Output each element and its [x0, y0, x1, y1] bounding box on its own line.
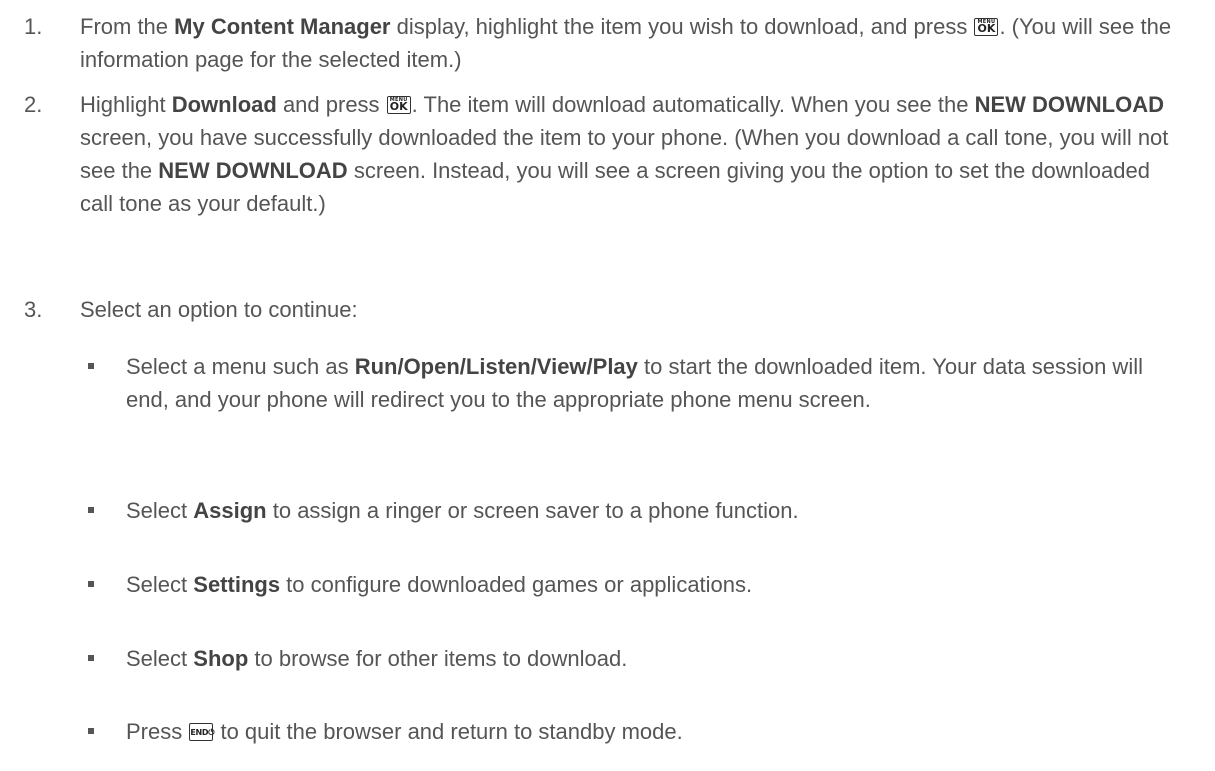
option-name: Shop — [193, 646, 249, 671]
screen-name: NEW DOWNLOAD — [158, 158, 348, 183]
option-name: Run/Open/Listen/View/Play — [354, 354, 638, 379]
option-name: Download — [171, 92, 277, 117]
bullet-text: Select Assign to assign a ringer or scre… — [126, 498, 799, 523]
step-number: 3. — [24, 297, 43, 322]
bullet-square-icon — [88, 655, 94, 661]
bullet-square-icon — [88, 728, 94, 734]
step-3: 3. Select an option to continue: — [24, 293, 1184, 326]
option-bullet: Select Settings to configure downloaded … — [80, 568, 1190, 601]
bullet-square-icon — [88, 581, 94, 587]
bullet-square-icon — [88, 363, 94, 369]
instruction-page: 1. From the My Content Manager display, … — [0, 0, 1215, 771]
option-name: Assign — [193, 498, 267, 523]
step-2: 2. Highlight Download and press MENU OK. … — [24, 88, 1184, 220]
bullet-text: Press END⏻ to quit the browser and retur… — [126, 719, 683, 744]
step-number: 2. — [24, 92, 43, 117]
step-1: 1. From the My Content Manager display, … — [24, 10, 1184, 76]
option-bullet: Press END⏻ to quit the browser and retur… — [80, 715, 1190, 748]
option-bullet: Select Shop to browse for other items to… — [80, 642, 1190, 675]
bullet-text: Select Settings to configure downloaded … — [126, 572, 753, 597]
menu-name: My Content Manager — [174, 14, 391, 39]
step-text: Select an option to continue: — [80, 297, 358, 322]
screen-name: NEW DOWNLOAD — [974, 92, 1165, 117]
option-bullet: Select Assign to assign a ringer or scre… — [80, 494, 1190, 527]
step-text: Highlight Download and press MENU OK. The… — [80, 92, 1169, 216]
step-text: From the My Content Manager display, hig… — [80, 14, 1172, 72]
bullet-text: Select a menu such as Run/Open/Listen/Vi… — [126, 354, 1143, 412]
menu-ok-key-icon: MENU OK — [974, 18, 999, 36]
step-number: 1. — [24, 14, 43, 39]
end-power-key-icon: END⏻ — [189, 723, 215, 741]
option-name: Settings — [193, 572, 281, 597]
bullet-text: Select Shop to browse for other items to… — [126, 646, 628, 671]
option-bullet: Select a menu such as Run/Open/Listen/Vi… — [80, 350, 1190, 416]
menu-ok-key-icon: MENU OK — [386, 96, 411, 114]
bullet-square-icon — [88, 507, 94, 513]
